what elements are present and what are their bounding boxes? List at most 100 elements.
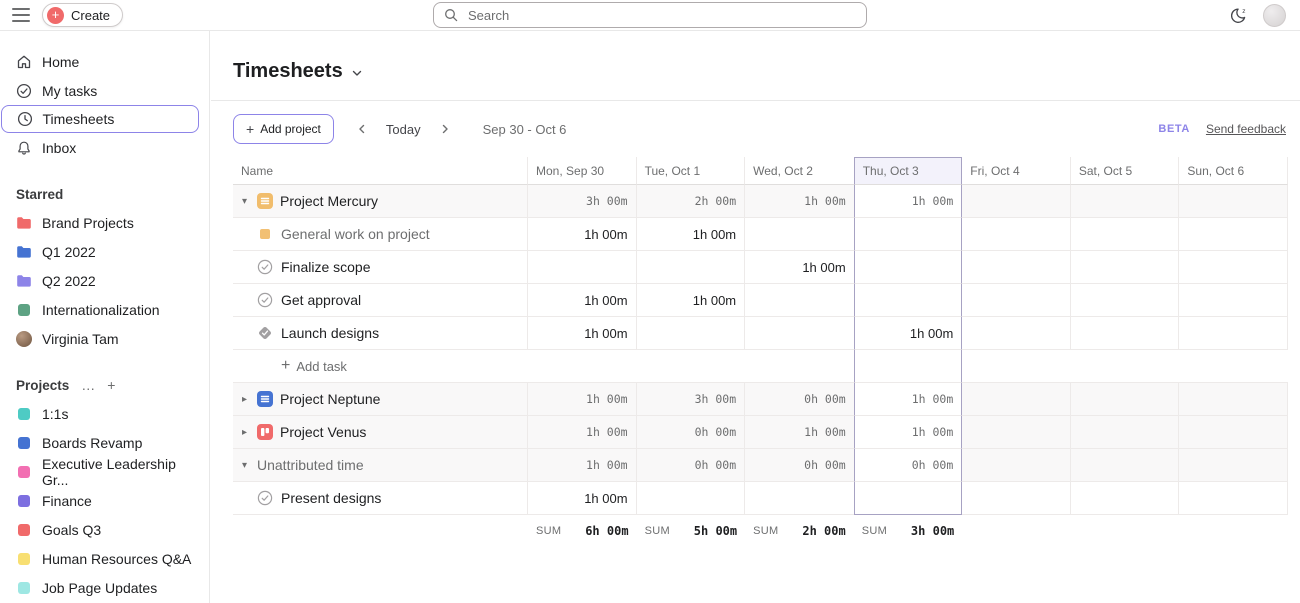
time-cell[interactable] — [962, 449, 1071, 482]
time-cell[interactable]: 1h 00m — [745, 185, 854, 218]
time-cell[interactable] — [1179, 218, 1288, 251]
collapse-caret-icon[interactable]: ▾ — [239, 196, 250, 207]
time-cell[interactable] — [962, 251, 1071, 284]
time-cell[interactable]: 1h 00m — [528, 317, 637, 350]
time-cell[interactable] — [1179, 416, 1288, 449]
time-cell[interactable]: 2h 00m — [637, 185, 746, 218]
projects-more-icon[interactable]: … — [81, 378, 95, 392]
add-task-button[interactable]: + Add task — [233, 350, 528, 383]
time-cell[interactable]: 1h 00m — [745, 251, 854, 284]
row-name-cell[interactable]: Get approval — [233, 284, 528, 317]
expand-caret-icon[interactable]: ▸ — [239, 427, 250, 438]
sidebar-item-human-resources[interactable]: Human Resources Q&A — [0, 544, 209, 573]
time-cell[interactable]: 1h 00m — [528, 449, 637, 482]
time-cell[interactable] — [1071, 185, 1180, 218]
sidebar-item-job-page-updates[interactable]: Job Page Updates — [0, 573, 209, 602]
row-name-cell[interactable]: ▾ Project Mercury — [233, 185, 528, 218]
time-cell[interactable] — [1071, 218, 1180, 251]
prev-week-chevron-icon[interactable] — [350, 117, 374, 141]
projects-add-icon[interactable]: + — [107, 378, 115, 392]
time-cell[interactable]: 3h 00m — [528, 185, 637, 218]
hamburger-menu-icon[interactable] — [12, 8, 30, 22]
sidebar-item-q1-2022[interactable]: Q1 2022 — [0, 237, 209, 266]
row-name-cell[interactable]: ▸ Project Neptune — [233, 383, 528, 416]
time-cell[interactable] — [637, 317, 746, 350]
milestone-icon[interactable] — [257, 325, 273, 341]
sidebar-item-virginia-tam[interactable]: Virginia Tam — [0, 324, 209, 353]
time-cell[interactable] — [1071, 449, 1180, 482]
row-name-cell[interactable]: General work on project — [233, 218, 528, 251]
time-cell[interactable] — [1071, 317, 1180, 350]
time-cell[interactable]: 0h 00m — [745, 449, 854, 482]
row-name-cell[interactable]: Present designs — [233, 482, 528, 515]
time-cell[interactable]: 1h 00m — [528, 383, 637, 416]
time-cell[interactable]: 1h 00m — [528, 284, 637, 317]
time-cell[interactable] — [1071, 482, 1180, 515]
row-name-cell[interactable]: Finalize scope — [233, 251, 528, 284]
time-cell[interactable] — [854, 218, 963, 251]
time-cell[interactable]: 1h 00m — [854, 383, 963, 416]
time-cell[interactable] — [1179, 449, 1288, 482]
expand-caret-icon[interactable]: ▸ — [239, 394, 250, 405]
time-cell[interactable] — [1179, 251, 1288, 284]
user-avatar[interactable] — [1263, 4, 1286, 27]
time-cell[interactable] — [1179, 482, 1288, 515]
add-project-button[interactable]: + Add project — [233, 114, 334, 144]
time-cell[interactable] — [854, 251, 963, 284]
next-week-chevron-icon[interactable] — [433, 117, 457, 141]
time-cell[interactable]: 3h 00m — [637, 383, 746, 416]
sidebar-item-home[interactable]: Home — [0, 47, 209, 76]
task-check-icon[interactable] — [257, 292, 273, 308]
title-chevron-down-icon[interactable] — [351, 67, 363, 79]
time-cell[interactable]: 1h 00m — [854, 185, 963, 218]
time-cell[interactable]: 1h 00m — [745, 416, 854, 449]
sidebar-item-timesheets[interactable]: Timesheets — [1, 105, 199, 133]
time-cell[interactable] — [962, 416, 1071, 449]
time-cell[interactable] — [1179, 383, 1288, 416]
time-cell[interactable]: 1h 00m — [637, 284, 746, 317]
time-cell[interactable] — [745, 317, 854, 350]
time-cell[interactable]: 0h 00m — [854, 449, 963, 482]
time-cell[interactable]: 1h 00m — [854, 416, 963, 449]
time-cell[interactable] — [745, 218, 854, 251]
time-cell[interactable]: 0h 00m — [745, 383, 854, 416]
sidebar-item-1-1s[interactable]: 1:1s — [0, 399, 209, 428]
time-cell[interactable] — [528, 251, 637, 284]
sidebar-item-my-tasks[interactable]: My tasks — [0, 76, 209, 105]
time-cell[interactable] — [1071, 251, 1180, 284]
sidebar-item-finance[interactable]: Finance — [0, 486, 209, 515]
sidebar-item-internationalization[interactable]: Internationalization — [0, 295, 209, 324]
send-feedback-link[interactable]: Send feedback — [1206, 122, 1286, 136]
sidebar-item-goals-q3[interactable]: Goals Q3 — [0, 515, 209, 544]
time-cell[interactable] — [637, 251, 746, 284]
time-cell[interactable] — [962, 482, 1071, 515]
sidebar-item-brand-projects[interactable]: Brand Projects — [0, 208, 209, 237]
search-input[interactable] — [466, 7, 856, 24]
time-cell[interactable] — [637, 482, 746, 515]
sidebar-item-executive-leadership[interactable]: Executive Leadership Gr... — [0, 457, 209, 486]
row-name-cell[interactable]: ▾ Unattributed time — [233, 449, 528, 482]
time-cell[interactable] — [1179, 185, 1288, 218]
time-cell[interactable]: 0h 00m — [637, 416, 746, 449]
task-check-icon[interactable] — [257, 490, 273, 506]
time-cell[interactable] — [962, 383, 1071, 416]
time-cell[interactable] — [854, 284, 963, 317]
time-cell[interactable] — [1071, 284, 1180, 317]
row-name-cell[interactable]: ▸ Project Venus — [233, 416, 528, 449]
collapse-caret-icon[interactable]: ▾ — [239, 460, 250, 471]
time-cell[interactable] — [962, 317, 1071, 350]
time-cell[interactable] — [962, 185, 1071, 218]
time-cell[interactable]: 1h 00m — [528, 218, 637, 251]
snooze-moon-icon[interactable]: z — [1230, 6, 1249, 25]
task-check-icon[interactable] — [257, 259, 273, 275]
time-cell[interactable] — [962, 284, 1071, 317]
today-button[interactable]: Today — [380, 121, 427, 138]
create-button[interactable]: + Create — [42, 3, 123, 27]
row-name-cell[interactable]: Launch designs — [233, 317, 528, 350]
sidebar-item-q2-2022[interactable]: Q2 2022 — [0, 266, 209, 295]
time-cell[interactable] — [1179, 284, 1288, 317]
time-cell[interactable] — [1071, 416, 1180, 449]
sidebar-item-boards-revamp[interactable]: Boards Revamp — [0, 428, 209, 457]
search-bar[interactable] — [433, 2, 867, 28]
time-cell[interactable] — [745, 284, 854, 317]
